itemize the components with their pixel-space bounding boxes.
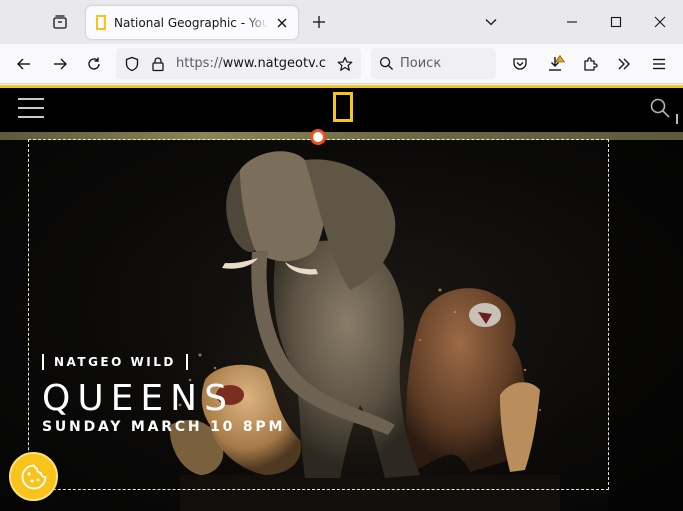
forward-arrow-icon bbox=[54, 58, 67, 70]
hero-animals-artwork bbox=[130, 151, 590, 511]
natgeo-favicon-icon bbox=[96, 15, 106, 30]
natgeo-logo-icon[interactable] bbox=[333, 92, 353, 122]
double-chevron-icon bbox=[618, 58, 630, 70]
puzzle-icon bbox=[584, 57, 598, 71]
plus-icon bbox=[313, 16, 325, 28]
overflow-button[interactable] bbox=[612, 52, 636, 76]
extensions-button[interactable] bbox=[578, 52, 602, 76]
forward-button[interactable] bbox=[48, 52, 72, 76]
channel-name: NATGEO WILD bbox=[54, 355, 176, 369]
star-icon bbox=[337, 56, 353, 71]
url-scheme: https:// bbox=[176, 56, 223, 71]
selection-handle[interactable] bbox=[310, 129, 326, 145]
close-icon bbox=[277, 18, 287, 27]
air-date: SUNDAY MARCH 10 8PM bbox=[42, 419, 286, 435]
menu-line-icon bbox=[18, 98, 44, 100]
search-input[interactable] bbox=[400, 56, 490, 71]
pocket-button[interactable] bbox=[508, 52, 532, 76]
search-bar[interactable] bbox=[371, 48, 496, 79]
url-text[interactable]: https://www.natgeotv.com bbox=[176, 56, 326, 71]
active-tab[interactable]: National Geographic - Your favourite bbox=[86, 6, 298, 39]
search-icon bbox=[379, 56, 394, 71]
hero-text-block: NATGEO WILD QUEENS SUNDAY MARCH 10 8PM bbox=[42, 353, 285, 435]
chevron-down-icon bbox=[485, 19, 497, 26]
reload-icon bbox=[88, 57, 100, 70]
show-title: QUEENS bbox=[42, 378, 234, 419]
site-menu-button[interactable] bbox=[18, 98, 44, 118]
list-all-tabs-button[interactable] bbox=[481, 12, 501, 32]
minimize-button[interactable] bbox=[562, 12, 582, 32]
site-search-icon[interactable] bbox=[649, 97, 671, 119]
tab-list-button[interactable] bbox=[48, 10, 72, 34]
channel-divider bbox=[185, 354, 188, 370]
tab-close-button[interactable] bbox=[274, 15, 290, 31]
shield-icon[interactable] bbox=[124, 56, 140, 72]
back-button[interactable] bbox=[12, 52, 36, 76]
pocket-icon bbox=[513, 58, 527, 70]
scrollbar-thumb[interactable] bbox=[676, 114, 678, 124]
lock-icon[interactable] bbox=[150, 56, 166, 72]
tab-strip: National Geographic - Your favourite bbox=[0, 0, 683, 44]
maximize-icon bbox=[610, 16, 622, 28]
web-page: NATGEO WILD QUEENS SUNDAY MARCH 10 8PM bbox=[0, 85, 683, 511]
cookie-settings-button[interactable] bbox=[9, 452, 58, 501]
tab-title: National Geographic - Your favourite bbox=[114, 15, 268, 30]
bookmark-button[interactable] bbox=[335, 54, 355, 74]
hero-banner[interactable]: NATGEO WILD QUEENS SUNDAY MARCH 10 8PM bbox=[0, 140, 683, 511]
menu-line-icon bbox=[18, 116, 44, 118]
cookie-icon bbox=[21, 464, 46, 489]
window-close-icon bbox=[654, 16, 666, 28]
downloads-button[interactable] bbox=[544, 52, 568, 76]
url-host: www.natgeotv.com bbox=[222, 56, 326, 71]
tab-list-icon bbox=[53, 15, 67, 29]
window-close-button[interactable] bbox=[650, 12, 670, 32]
minimize-icon bbox=[567, 21, 577, 23]
channel-line: NATGEO WILD bbox=[42, 353, 285, 371]
channel-divider bbox=[42, 354, 44, 370]
new-tab-button[interactable] bbox=[309, 12, 329, 32]
url-bar[interactable]: https://www.natgeotv.com bbox=[116, 48, 361, 79]
navigation-toolbar: https://www.natgeotv.com bbox=[0, 44, 683, 84]
maximize-button[interactable] bbox=[606, 12, 626, 32]
download-icon bbox=[549, 55, 565, 71]
site-header bbox=[0, 88, 683, 132]
back-arrow-icon bbox=[17, 58, 30, 70]
menu-line-icon bbox=[18, 107, 44, 109]
app-menu-button[interactable] bbox=[647, 52, 671, 76]
reload-button[interactable] bbox=[82, 52, 106, 76]
hamburger-menu-icon bbox=[653, 58, 665, 70]
promo-strip bbox=[0, 132, 683, 140]
hero-vignette bbox=[608, 140, 683, 511]
